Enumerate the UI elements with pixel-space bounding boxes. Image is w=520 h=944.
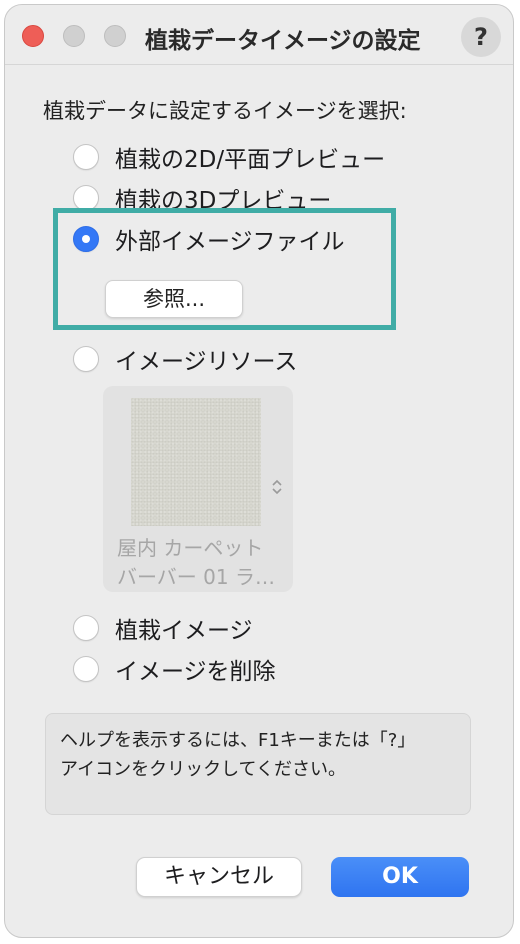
radio-button[interactable] [73,346,99,372]
dialog-window: 植栽データイメージの設定 ? 植栽データに設定するイメージを選択: 植栽の2D/… [4,4,514,938]
radio-button-selected[interactable] [73,226,99,252]
help-text-box: ヘルプを表示するには、F1キーまたは「?」 アイコンをクリックしてください。 [45,713,471,815]
resource-selector[interactable]: 屋内 カーペット バーバー 01 ラ… [103,386,293,592]
zoom-button[interactable] [104,25,126,47]
option-label: イメージリソース [115,349,298,375]
stepper-icon[interactable] [271,478,283,499]
close-button[interactable] [22,25,44,47]
option-external-image-file[interactable]: 外部イメージファイル [73,222,345,256]
option-label: 外部イメージファイル [115,229,345,255]
option-delete-image[interactable]: イメージを削除 [73,652,276,686]
cancel-button[interactable]: キャンセル [136,857,302,897]
option-label: 植栽イメージ [115,618,253,644]
help-text-line1: ヘルプを表示するには、F1キーまたは「?」 [60,730,416,751]
option-plant-image[interactable]: 植栽イメージ [73,611,253,645]
selection-prompt: 植栽データに設定するイメージを選択: [43,99,407,123]
resource-name-line2: バーバー 01 ラ… [117,565,275,589]
radio-button[interactable] [73,656,99,682]
minimize-button[interactable] [63,25,85,47]
ok-button[interactable]: OK [331,857,469,897]
resource-name-line1: 屋内 カーペット [117,536,264,560]
resource-thumbnail [131,398,261,526]
option-label: 植栽の2D/平面プレビュー [115,147,386,173]
help-text-line2: アイコンをクリックしてください。 [60,759,347,780]
radio-button[interactable] [73,144,99,170]
option-label: イメージを削除 [115,659,276,685]
option-image-resource[interactable]: イメージリソース [73,342,297,376]
help-button[interactable]: ? [461,17,501,57]
option-2d-preview[interactable]: 植栽の2D/平面プレビュー [73,140,385,174]
radio-button[interactable] [73,615,99,641]
title-bar: 植栽データイメージの設定 ? [5,5,513,65]
window-title: 植栽データイメージの設定 [145,28,421,54]
browse-button[interactable]: 参照... [105,280,243,318]
resource-name: 屋内 カーペット バーバー 01 ラ… [117,534,287,592]
